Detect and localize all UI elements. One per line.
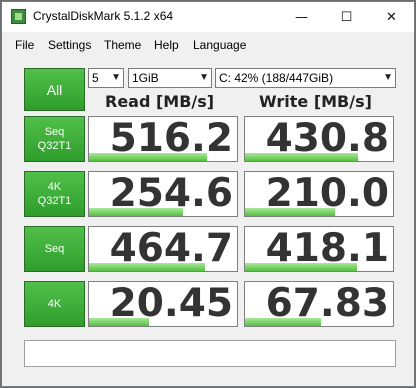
test-size-select[interactable]: 1GiB ▼ <box>128 68 212 88</box>
menu-help[interactable]: Help <box>154 38 179 52</box>
4k-write-cell: 67.83 <box>244 281 394 327</box>
row-label-line2: Q32T1 <box>37 195 72 207</box>
maximize-button[interactable]: ☐ <box>324 2 369 32</box>
write-value: 67.83 <box>265 281 389 326</box>
read-value: 254.6 <box>109 171 233 216</box>
read-value: 516.2 <box>109 116 233 161</box>
write-column-header: Write [MB/s] <box>259 92 372 111</box>
menu-theme[interactable]: Theme <box>104 38 141 52</box>
seq-q32t1-button[interactable]: Seq Q32T1 <box>24 116 85 162</box>
row-label-line2: Q32T1 <box>37 140 72 152</box>
drive-select[interactable]: C: 42% (188/447GiB) ▼ <box>215 68 396 88</box>
test-count-select[interactable]: 5 ▼ <box>88 68 124 88</box>
row-label-line1: 4K <box>47 181 62 193</box>
drive-value: C: 42% (188/447GiB) <box>219 71 334 85</box>
4k-q32t1-read-cell: 254.6 <box>88 171 238 217</box>
write-value: 430.8 <box>265 116 389 161</box>
seq-write-cell: 418.1 <box>244 226 394 272</box>
app-disk-icon <box>11 9 26 24</box>
4k-q32t1-write-cell: 210.0 <box>244 171 394 217</box>
read-value: 464.7 <box>109 226 233 271</box>
test-size-value: 1GiB <box>132 71 159 85</box>
chevron-down-icon: ▼ <box>111 72 121 83</box>
minimize-button[interactable]: — <box>279 2 324 32</box>
chevron-down-icon: ▼ <box>199 72 209 83</box>
row-label-line1: 4K <box>47 298 62 310</box>
read-column-header: Read [MB/s] <box>105 92 215 111</box>
seq-q32t1-write-cell: 430.8 <box>244 116 394 162</box>
comment-field[interactable] <box>24 340 396 367</box>
row-label-line1: Seq <box>44 243 65 255</box>
write-value: 210.0 <box>265 171 389 216</box>
close-button[interactable]: ✕ <box>369 2 414 32</box>
window-title: CrystalDiskMark 5.1.2 x64 <box>33 9 174 23</box>
4k-button[interactable]: 4K <box>24 281 85 327</box>
chevron-down-icon: ▼ <box>383 72 393 83</box>
test-count-value: 5 <box>92 71 99 85</box>
write-value: 418.1 <box>265 226 389 271</box>
menu-language[interactable]: Language <box>193 38 246 52</box>
read-value: 20.45 <box>109 281 233 326</box>
app-window: CrystalDiskMark 5.1.2 x64 — ☐ ✕ File Set… <box>1 1 415 387</box>
menu-bar: File Settings Theme Help Language <box>2 36 414 56</box>
all-button[interactable]: All <box>24 68 85 111</box>
seq-q32t1-read-cell: 516.2 <box>88 116 238 162</box>
4k-read-cell: 20.45 <box>88 281 238 327</box>
menu-file[interactable]: File <box>15 38 34 52</box>
title-bar[interactable]: CrystalDiskMark 5.1.2 x64 — ☐ ✕ <box>2 2 414 32</box>
menu-settings[interactable]: Settings <box>48 38 91 52</box>
row-label-line1: Seq <box>44 126 65 138</box>
4k-q32t1-button[interactable]: 4K Q32T1 <box>24 171 85 217</box>
seq-button[interactable]: Seq <box>24 226 85 272</box>
seq-read-cell: 464.7 <box>88 226 238 272</box>
